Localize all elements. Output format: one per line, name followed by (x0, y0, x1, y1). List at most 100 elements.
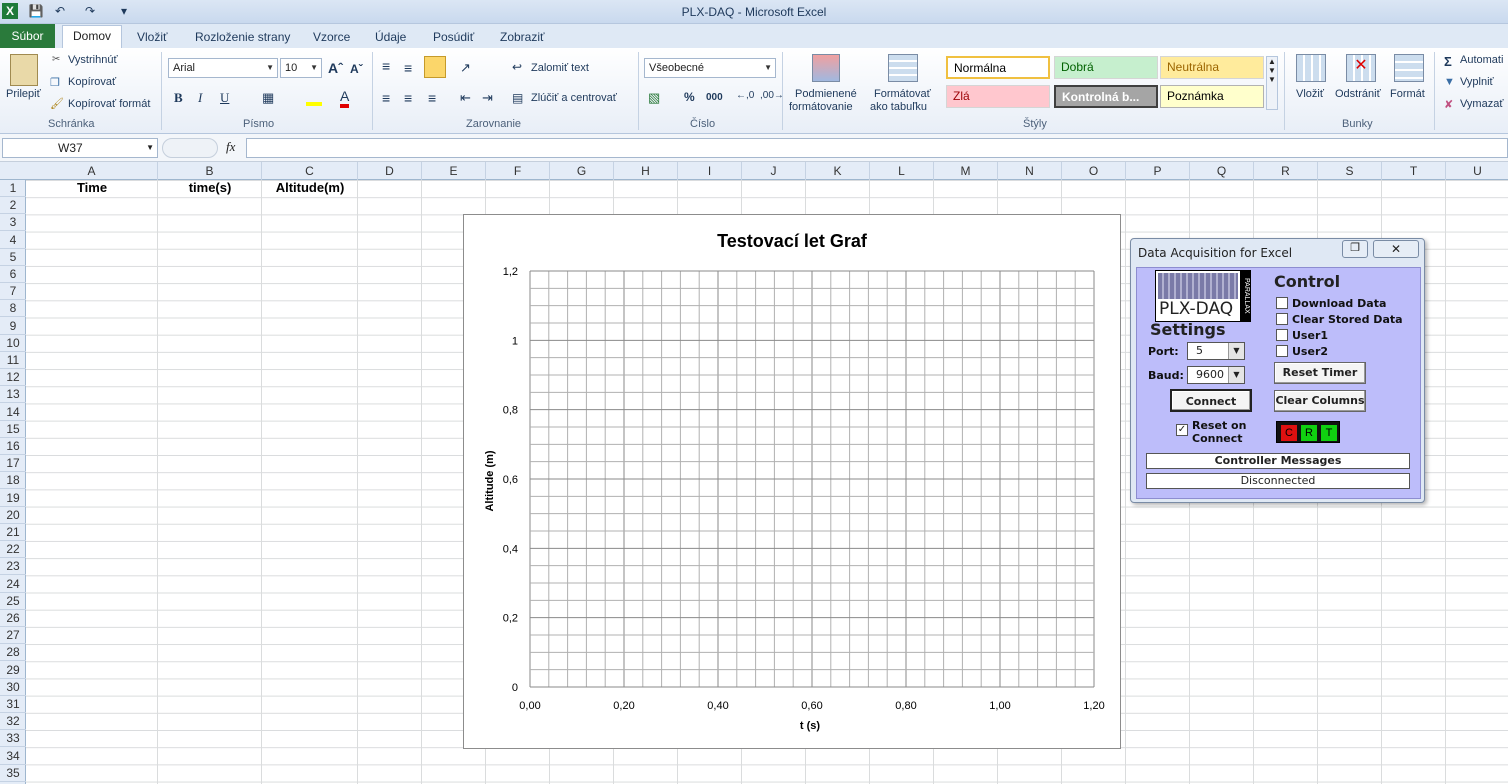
row-header-9[interactable]: 9 (0, 318, 26, 335)
row-header-32[interactable]: 32 (0, 713, 26, 731)
orientation-icon[interactable]: ↗ (460, 60, 471, 76)
column-header-C[interactable]: C (262, 162, 358, 180)
row-header-1[interactable]: 1 (0, 180, 26, 197)
align-center-icon[interactable]: ≡ (404, 90, 412, 106)
column-header-D[interactable]: D (358, 162, 422, 180)
borders-icon[interactable]: ▦ (262, 90, 274, 106)
row-header-3[interactable]: 3 (0, 214, 26, 232)
style-bad[interactable]: Zlá (946, 85, 1050, 108)
insert-cells-button[interactable]: Vložiť (1296, 88, 1324, 100)
column-header-O[interactable]: O (1062, 162, 1126, 180)
row-header-4[interactable]: 4 (0, 232, 26, 249)
grow-font-icon[interactable]: Aˆ (328, 60, 343, 76)
format-as-table-label-1[interactable]: Formátovať (874, 88, 931, 100)
fill-color-icon[interactable] (306, 92, 322, 106)
clear-stored-data-checkbox[interactable] (1276, 313, 1288, 325)
italic-button[interactable]: I (198, 90, 202, 106)
row-header-17[interactable]: 17 (0, 455, 26, 473)
baud-select[interactable]: 9600 ▼ (1187, 366, 1245, 384)
column-header-J[interactable]: J (742, 162, 806, 180)
row-header-35[interactable]: 35 (0, 765, 26, 782)
column-header-A[interactable]: A (26, 162, 158, 180)
row-header-33[interactable]: 33 (0, 730, 26, 748)
restore-icon[interactable]: ❐ (1342, 240, 1368, 258)
format-painter-button[interactable]: Kopírovať formát (68, 98, 150, 110)
cell-A1[interactable]: Time (26, 180, 158, 195)
row-header-21[interactable]: 21 (0, 524, 26, 541)
user2-checkbox[interactable] (1276, 345, 1288, 357)
decrease-decimal-icon[interactable]: ,00→ (760, 90, 784, 101)
column-header-T[interactable]: T (1382, 162, 1446, 180)
row-header-19[interactable]: 19 (0, 490, 26, 507)
row-header-25[interactable]: 25 (0, 593, 26, 610)
row-header-6[interactable]: 6 (0, 266, 26, 283)
column-header-E[interactable]: E (422, 162, 486, 180)
bold-button[interactable]: B (174, 90, 183, 106)
formula-input[interactable] (246, 138, 1508, 158)
cell-C1[interactable]: Altitude(m) (262, 180, 358, 195)
row-header-31[interactable]: 31 (0, 696, 26, 713)
style-good[interactable]: Dobrá (1054, 56, 1158, 79)
paste-icon[interactable] (10, 54, 38, 86)
row-header-24[interactable]: 24 (0, 576, 26, 593)
fill-button[interactable]: Vyplniť (1460, 76, 1494, 88)
column-header-G[interactable]: G (550, 162, 614, 180)
tab-home[interactable]: Domov (62, 25, 122, 48)
column-header-N[interactable]: N (998, 162, 1062, 180)
format-cells-button[interactable]: Formát (1390, 88, 1425, 100)
tab-review[interactable]: Posúdiť (433, 28, 474, 48)
chart[interactable]: Testovací let Graf 0,00 0,20 0,40 0,60 0,80 1… (463, 214, 1121, 749)
reset-timer-button[interactable]: Reset Timer (1274, 362, 1366, 384)
column-header-Q[interactable]: Q (1190, 162, 1254, 180)
row-header-20[interactable]: 20 (0, 507, 26, 524)
font-name-select[interactable]: Arial ▼ (168, 58, 278, 78)
column-header-B[interactable]: B (158, 162, 262, 180)
row-header-5[interactable]: 5 (0, 249, 26, 266)
currency-icon[interactable]: ▧ (648, 90, 660, 106)
row-header-16[interactable]: 16 (0, 438, 26, 455)
name-box[interactable]: W37 ▼ (2, 138, 158, 158)
clear-button[interactable]: Vymazať (1460, 98, 1503, 110)
row-header-23[interactable]: 23 (0, 558, 26, 576)
connect-button[interactable]: Connect (1170, 389, 1252, 412)
column-header-R[interactable]: R (1254, 162, 1318, 180)
merge-center-button[interactable]: Zlúčiť a centrovať (531, 92, 617, 104)
row-header-15[interactable]: 15 (0, 421, 26, 438)
tab-file[interactable]: Súbor (0, 24, 55, 48)
style-check-cell[interactable]: Kontrolná b... (1054, 85, 1158, 108)
shrink-font-icon[interactable]: Aˇ (350, 62, 363, 76)
font-color-icon[interactable]: A (340, 88, 350, 108)
port-select[interactable]: 5 ▼ (1187, 342, 1245, 360)
percent-button[interactable]: % (684, 90, 695, 104)
font-size-select[interactable]: 10 ▼ (280, 58, 322, 78)
increase-indent-icon[interactable]: ⇥ (482, 90, 493, 106)
row-header-27[interactable]: 27 (0, 627, 26, 645)
row-header-7[interactable]: 7 (0, 283, 26, 301)
user1-checkbox[interactable] (1276, 329, 1288, 341)
decrease-indent-icon[interactable]: ⇤ (460, 90, 471, 106)
tab-data[interactable]: Údaje (375, 28, 406, 48)
row-header-13[interactable]: 13 (0, 386, 26, 404)
conditional-formatting-label-2[interactable]: formátovanie (789, 101, 853, 113)
row-header-22[interactable]: 22 (0, 541, 26, 559)
tab-page-layout[interactable]: Rozloženie strany (195, 28, 290, 48)
align-right-icon[interactable]: ≡ (428, 90, 436, 106)
style-note[interactable]: Poznámka (1160, 85, 1264, 108)
column-header-P[interactable]: P (1126, 162, 1190, 180)
style-normal[interactable]: Normálna (946, 56, 1050, 79)
row-header-10[interactable]: 10 (0, 335, 26, 352)
copy-button[interactable]: Kopírovať (68, 76, 116, 88)
autosum-button[interactable]: Automati (1460, 54, 1503, 66)
wrap-text-button[interactable]: Zalomiť text (531, 62, 589, 74)
thousands-button[interactable]: 000 (706, 92, 723, 103)
reset-on-connect-checkbox[interactable]: ✓ (1176, 424, 1188, 436)
column-header-M[interactable]: M (934, 162, 998, 180)
column-header-S[interactable]: S (1318, 162, 1382, 180)
column-header-H[interactable]: H (614, 162, 678, 180)
tab-insert[interactable]: Vložiť (137, 28, 168, 48)
row-header-11[interactable]: 11 (0, 352, 26, 369)
plx-daq-window[interactable]: Data Acquisition for Excel ❐ ✕ PLX-DAQ P… (1130, 238, 1425, 503)
download-data-checkbox[interactable] (1276, 297, 1288, 309)
align-top-icon[interactable]: ≡ (382, 58, 390, 74)
column-header-L[interactable]: L (870, 162, 934, 180)
